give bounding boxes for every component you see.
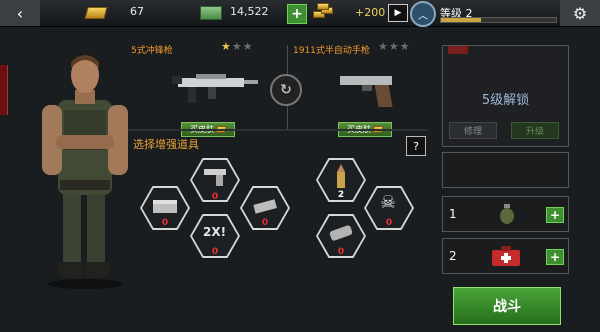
boost-skull[interactable]: ☠ 0 — [364, 186, 414, 230]
swap-weapons-icon[interactable]: ↻ — [270, 74, 302, 106]
boost-count: 0 — [385, 218, 393, 228]
level-badge: ︿ — [410, 1, 436, 27]
boost-count: 0 — [161, 218, 169, 228]
chevron-up-icon: ︿ — [418, 10, 428, 22]
bonus-amount: +200 — [355, 6, 386, 19]
star-empty-icon: ★ — [242, 40, 254, 53]
grenade-slot[interactable]: 1 + — [442, 196, 569, 232]
secondary-weapon-stars: ★★★ — [378, 40, 411, 53]
fight-button[interactable]: 战斗 — [453, 287, 561, 325]
locked-slot-panel: 5级解锁 修理 升级 — [442, 45, 569, 147]
back-button[interactable]: ‹ — [0, 0, 40, 26]
boost-rifle-ammo[interactable]: 0 — [240, 186, 290, 230]
back-arrow-icon: ‹ — [16, 3, 24, 23]
medkit-slot[interactable]: 2 + — [442, 238, 569, 274]
gold-bar-icon — [84, 7, 108, 19]
pistol-icon — [204, 169, 226, 186]
add-grenade-button[interactable]: + — [546, 207, 564, 223]
boost-count: 2 — [337, 190, 345, 200]
double-xp-icon: 2X! — [203, 225, 227, 239]
minigun-icon — [329, 225, 353, 241]
primary-weapon-stars: ★★★ — [221, 40, 254, 53]
gold-stack-icon — [313, 3, 335, 20]
boost-count: 0 — [261, 218, 269, 228]
smg-weapon-image[interactable] — [172, 66, 262, 106]
boost-count: 0 — [211, 192, 219, 202]
repair-button[interactable]: 修理 — [449, 122, 497, 139]
secondary-weapon-name: 1911式半自动手枪 — [293, 46, 370, 56]
boost-bullet[interactable]: 2 — [316, 158, 366, 202]
boost-pistol[interactable]: 0 — [190, 158, 240, 202]
level-progress-fill — [441, 18, 482, 22]
grenade-count: 1 — [449, 207, 457, 221]
primary-weapon-name: 5式冲锋枪 — [131, 46, 173, 56]
ammo-crate-icon — [153, 200, 177, 213]
boost-ammo-crate[interactable]: 0 — [140, 186, 190, 230]
section-separator — [128, 129, 428, 131]
medkit-icon — [492, 246, 520, 266]
add-currency-button[interactable]: + — [287, 4, 307, 24]
gear-icon: ⚙ — [572, 3, 588, 23]
cash-amount: 14,522 — [230, 5, 269, 18]
star-empty-icon: ★ — [231, 40, 243, 53]
boost-minigun[interactable]: 0 — [316, 214, 366, 258]
star-empty-icon: ★ — [378, 40, 389, 53]
rifle-ammo-icon — [253, 199, 277, 214]
play-icon: ▶ — [394, 8, 402, 18]
star-empty-icon: ★ — [388, 40, 400, 53]
soldier-character — [42, 55, 128, 289]
gold-amount: 67 — [130, 5, 144, 18]
medkit-count: 2 — [449, 249, 457, 263]
boost-section-title: 选择增强道具 — [133, 138, 199, 151]
star-empty-icon: ★ — [399, 40, 411, 53]
side-panel-arrow[interactable] — [0, 65, 8, 115]
level-progress-bar — [440, 17, 557, 23]
help-button[interactable]: ? — [406, 136, 426, 156]
skull-icon: ☠ — [380, 192, 397, 213]
pistol-weapon-image[interactable] — [338, 70, 398, 110]
star-filled-icon: ★ — [221, 40, 232, 53]
grenade-icon — [500, 204, 514, 224]
empty-equipment-slot[interactable] — [442, 152, 569, 188]
cash-icon — [200, 6, 222, 20]
video-play-button[interactable]: ▶ — [388, 4, 408, 22]
boost-count: 0 — [211, 247, 219, 257]
boost-count: 0 — [337, 247, 345, 257]
upgrade-button[interactable]: 升级 — [511, 122, 559, 139]
boost-double-xp[interactable]: 2X! 0 — [190, 214, 240, 258]
settings-button[interactable]: ⚙ — [560, 0, 600, 26]
bullet-icon — [337, 164, 345, 188]
unlock-level-text: 5级解锁 — [481, 93, 530, 108]
add-medkit-button[interactable]: + — [546, 249, 564, 265]
lock-tab-icon — [448, 46, 468, 54]
